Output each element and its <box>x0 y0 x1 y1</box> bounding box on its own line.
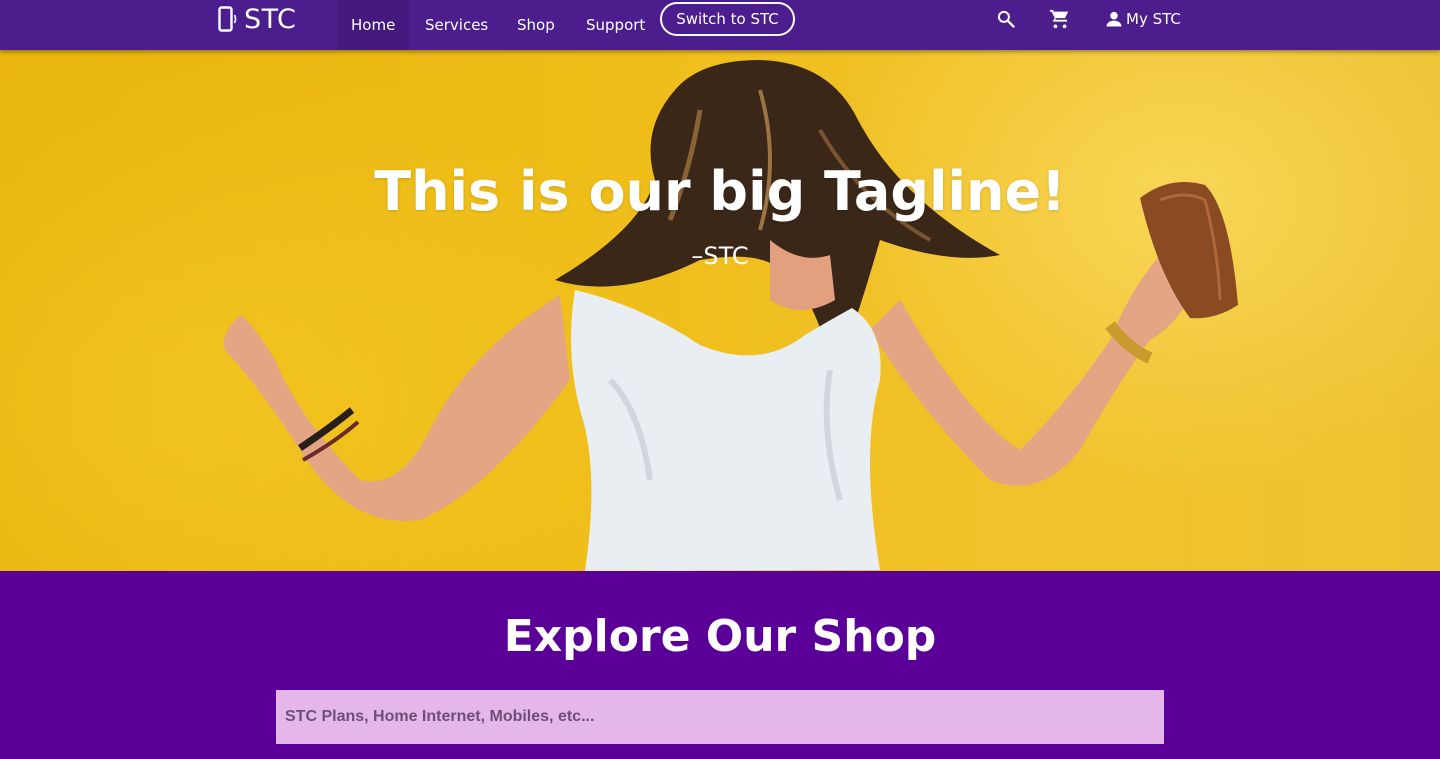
shop-title: Explore Our Shop <box>503 611 937 662</box>
switch-to-stc-button[interactable]: Switch to STC <box>660 2 795 36</box>
brand-logo[interactable]: STC <box>218 3 297 35</box>
search-icon <box>997 10 1015 28</box>
cart-icon <box>1049 9 1069 29</box>
phone-signal-icon <box>218 6 237 32</box>
nav-link-support[interactable]: Support <box>572 0 659 50</box>
hero-tagline: This is our big Tagline! <box>374 160 1066 223</box>
nav-link-label: Home <box>351 16 396 34</box>
nav-link-label: Support <box>586 16 646 34</box>
top-navbar: STC Home Services Shop Support Switch to… <box>0 0 1440 50</box>
brand-name: STC <box>244 3 297 35</box>
hero-banner: This is our big Tagline! –STC <box>0 50 1440 571</box>
cart-button[interactable] <box>1047 6 1073 32</box>
explore-shop-section: Explore Our Shop <box>0 571 1440 759</box>
nav-link-label: Services <box>425 16 489 34</box>
nav-link-home[interactable]: Home <box>337 0 410 50</box>
hero-attribution: –STC <box>691 242 749 270</box>
hero-photo <box>224 60 1238 571</box>
nav-link-services[interactable]: Services <box>411 0 502 50</box>
search-button[interactable] <box>993 6 1019 32</box>
my-stc-label: My STC <box>1126 10 1181 28</box>
person-icon <box>1106 11 1122 27</box>
my-stc-link[interactable]: My STC <box>1104 6 1181 32</box>
nav-link-shop[interactable]: Shop <box>503 0 569 50</box>
shop-search-input[interactable] <box>276 690 1164 744</box>
nav-link-label: Shop <box>517 16 555 34</box>
